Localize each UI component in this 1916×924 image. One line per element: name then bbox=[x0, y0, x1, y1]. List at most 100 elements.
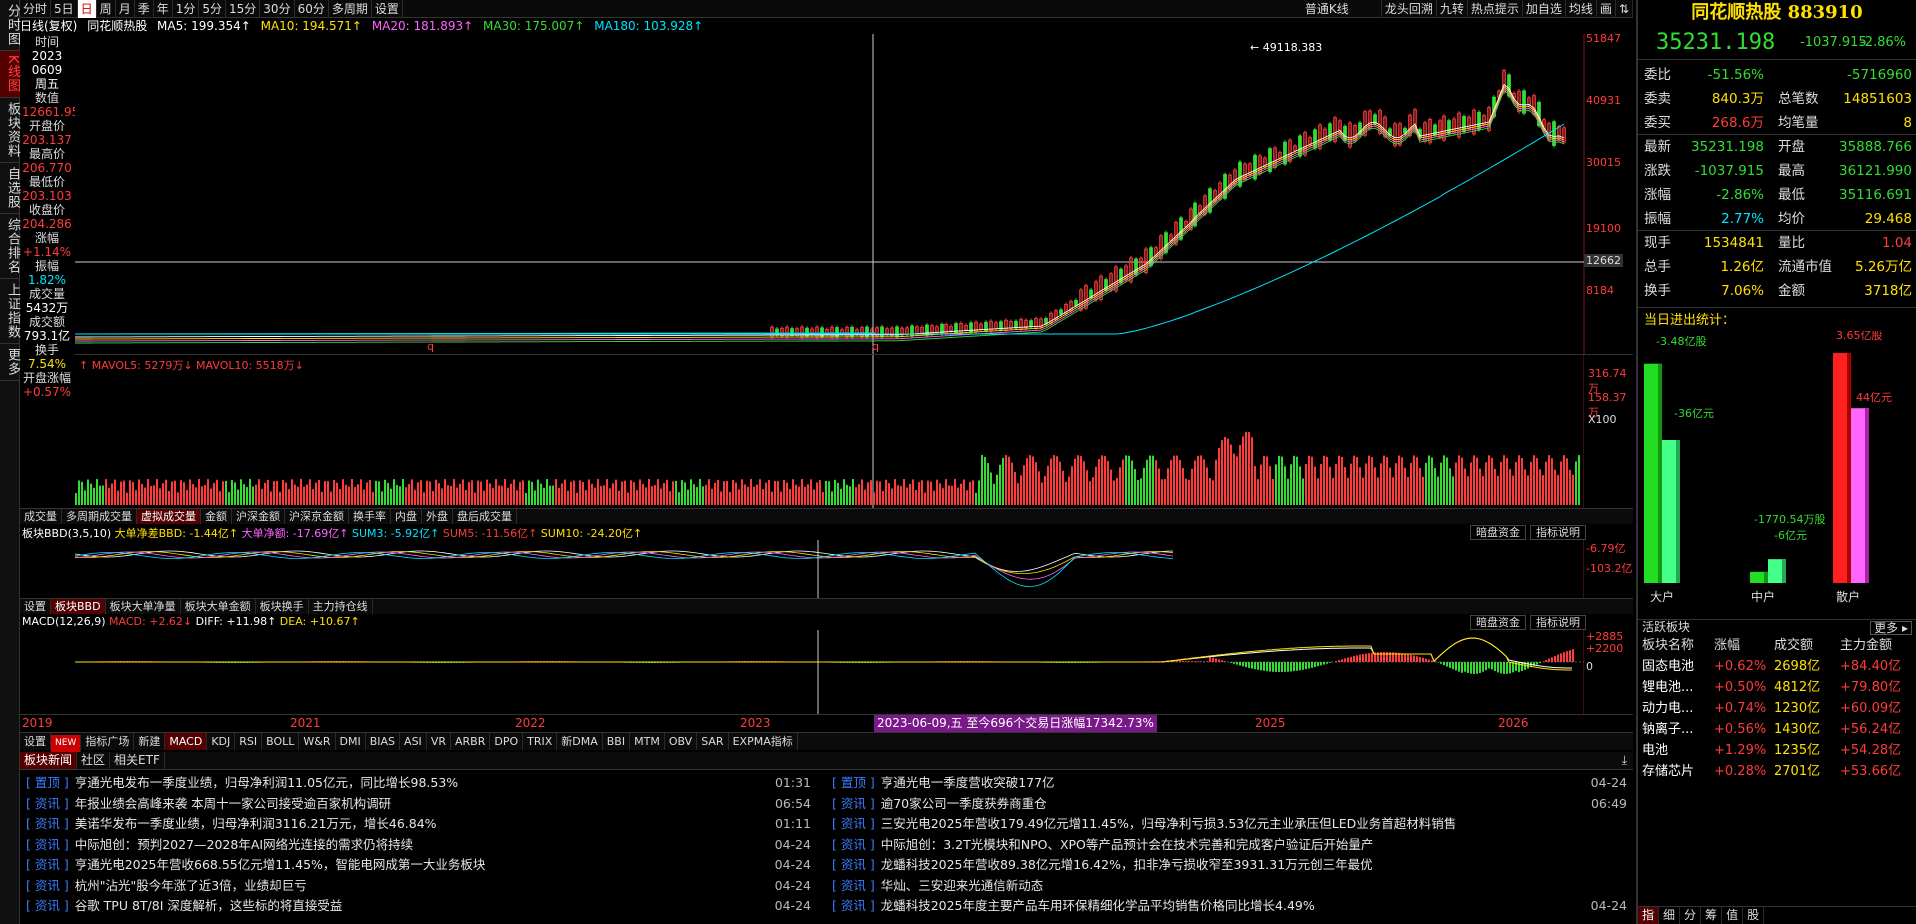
ind-tab-15[interactable]: TRIX bbox=[523, 733, 558, 750]
period-6[interactable]: 年 bbox=[154, 0, 173, 18]
bbd-btn-1[interactable]: 指标说明 bbox=[1530, 525, 1586, 540]
macd-btn-1[interactable]: 指标说明 bbox=[1530, 615, 1586, 630]
news-item[interactable]: [ 资讯 ] 年报业绩会高峰来袭 本周十一家公司接受逾百家机构调研 06:54 bbox=[26, 795, 811, 812]
ind-tab-18[interactable]: MTM bbox=[630, 733, 665, 750]
ind-tab-10[interactable]: BIAS bbox=[366, 733, 401, 750]
news-item[interactable]: [ 资讯 ] 中际旭创：预判2027—2028年AI网络光连接的需求仍将持续 04-… bbox=[26, 836, 811, 853]
ind-tab-4[interactable]: MACD bbox=[165, 733, 208, 750]
hot-sector-row[interactable]: 电池 +1.29% 1235亿 +54.28亿 bbox=[1638, 740, 1916, 761]
period-2[interactable]: 日 bbox=[77, 0, 97, 18]
period-10[interactable]: 30分 bbox=[260, 0, 295, 18]
period-12[interactable]: 多周期 bbox=[329, 0, 372, 18]
bottom-tab-0[interactable]: 指 bbox=[1638, 907, 1660, 924]
bottom-tab-2[interactable]: 分 bbox=[1680, 907, 1702, 924]
ind-tab-14[interactable]: DPO bbox=[490, 733, 524, 750]
nav-tab-1[interactable]: K线图 bbox=[0, 51, 20, 98]
ind-tab-2[interactable]: 指标广场 bbox=[81, 733, 135, 750]
kline-chart[interactable]: ← 49118.383 q q bbox=[75, 34, 1633, 354]
ind-tab-9[interactable]: DMI bbox=[336, 733, 366, 750]
bottom-tab-5[interactable]: 股 bbox=[1743, 907, 1765, 924]
download-icon[interactable]: ⤓ bbox=[1622, 752, 1627, 769]
period-7[interactable]: 1分 bbox=[173, 0, 200, 18]
nav-tab-4[interactable]: 综合排名 bbox=[0, 214, 20, 279]
ind-tab-6[interactable]: RSI bbox=[235, 733, 263, 750]
bottom-tab-1[interactable]: 细 bbox=[1659, 907, 1681, 924]
news-item[interactable]: [ 资讯 ] 三安光电2025年营收179.49亿元增11.45%，归母净利亏损3… bbox=[832, 815, 1627, 832]
bbd-tab-0[interactable]: 设置 bbox=[20, 599, 51, 614]
bbd-tab-4[interactable]: 板块换手 bbox=[256, 599, 309, 614]
hot-sector-row[interactable]: 存储芯片 +0.28% 2701亿 +53.66亿 bbox=[1638, 761, 1916, 782]
ind-tab-7[interactable]: BOLL bbox=[262, 733, 300, 750]
news-item[interactable]: [ 资讯 ] 华灿、三安迎来光通信新动态 bbox=[832, 877, 1627, 894]
toolbar-right-7[interactable]: ⇅ bbox=[1616, 0, 1633, 18]
vol-tab-6[interactable]: 换手率 bbox=[349, 509, 391, 524]
nav-tab-2[interactable]: 板块资料 bbox=[0, 98, 20, 163]
ind-tab-19[interactable]: OBV bbox=[665, 733, 698, 750]
bbd-tab-2[interactable]: 板块大单净量 bbox=[106, 599, 181, 614]
ind-tab-3[interactable]: 新建 bbox=[134, 733, 166, 750]
news-tab-0[interactable]: 板块新闻 bbox=[20, 752, 78, 769]
news-item[interactable]: [ 资讯 ] 龙蟠科技2025年度主要产品车用环保精细化学品平均销售价格同比增长4… bbox=[832, 897, 1627, 914]
vol-tab-0[interactable]: 成交量 bbox=[20, 509, 62, 524]
hot-sector-row[interactable]: 钠离子... +0.56% 1430亿 +56.24亿 bbox=[1638, 719, 1916, 740]
toolbar-right-0[interactable]: 普通K线 bbox=[1302, 0, 1382, 18]
news-tab-2[interactable]: 相关ETF bbox=[110, 752, 165, 769]
ind-tab-16[interactable]: 新DMA bbox=[557, 733, 603, 750]
period-1[interactable]: 5日 bbox=[51, 0, 78, 18]
period-8[interactable]: 5分 bbox=[199, 0, 227, 18]
toolbar-right-6[interactable]: 画 bbox=[1597, 0, 1616, 18]
news-item[interactable]: [ 置顶 ] 亨通光电发布一季度业绩，归母净利润11.05亿元，同比增长98.53… bbox=[26, 774, 811, 791]
period-11[interactable]: 60分 bbox=[295, 0, 329, 18]
period-9[interactable]: 15分 bbox=[226, 0, 261, 18]
macd-btn-0[interactable]: 暗盘资金 bbox=[1470, 615, 1526, 630]
bottom-tab-3[interactable]: 筹 bbox=[1701, 907, 1723, 924]
ind-tab-11[interactable]: ASI bbox=[400, 733, 427, 750]
vol-tab-2[interactable]: 虚拟成交量 bbox=[137, 509, 201, 524]
period-3[interactable]: 周 bbox=[97, 0, 116, 18]
ind-tab-1[interactable]: NEW bbox=[51, 735, 82, 752]
ind-tab-12[interactable]: VR bbox=[427, 733, 451, 750]
news-item[interactable]: [ 资讯 ] 亨通光电2025年营收668.55亿元增11.45%，智能电网成第一… bbox=[26, 856, 811, 873]
more-sectors-button[interactable]: 更多 ▸ bbox=[1870, 621, 1912, 635]
news-item[interactable]: [ 资讯 ] 美诺华发布一季度业绩，归母净利润3116.21万元，增长46.84%… bbox=[26, 815, 811, 832]
vol-tab-7[interactable]: 内盘 bbox=[391, 509, 422, 524]
news-item[interactable]: [ 资讯 ] 逾70家公司一季度获券商重仓 06:49 bbox=[832, 795, 1627, 812]
vol-tab-9[interactable]: 盘后成交量 bbox=[453, 509, 517, 524]
bbd-tab-1[interactable]: 板块BBD bbox=[51, 599, 106, 614]
ind-tab-13[interactable]: ARBR bbox=[451, 733, 491, 750]
bottom-tab-4[interactable]: 值 bbox=[1722, 907, 1744, 924]
nav-tab-6[interactable]: 更多 bbox=[0, 344, 20, 381]
news-item[interactable]: [ 置顶 ] 亨通光电一季度营收突破177亿 04-24 bbox=[832, 774, 1627, 791]
hot-sector-row[interactable]: 锂电池... +0.50% 4812亿 +79.80亿 bbox=[1638, 677, 1916, 698]
bbd-btn-0[interactable]: 暗盘资金 bbox=[1470, 525, 1526, 540]
toolbar-right-3[interactable]: 热点提示 bbox=[1468, 0, 1523, 18]
period-0[interactable]: 分时 bbox=[20, 0, 52, 18]
nav-tab-3[interactable]: 自选股 bbox=[0, 163, 20, 214]
news-tab-1[interactable]: 社区 bbox=[77, 752, 111, 769]
vol-tab-5[interactable]: 沪深京金额 bbox=[285, 509, 349, 524]
ind-tab-20[interactable]: SAR bbox=[697, 733, 729, 750]
nav-tab-0[interactable]: 分时图 bbox=[0, 0, 20, 51]
bbd-tab-5[interactable]: 主力持仓线 bbox=[309, 599, 373, 614]
hot-sector-row[interactable]: 动力电... +0.74% 1230亿 +60.09亿 bbox=[1638, 698, 1916, 719]
hot-sector-row[interactable]: 固态电池 +0.62% 2698亿 +84.40亿 bbox=[1638, 656, 1916, 677]
news-item[interactable]: [ 资讯 ] 杭州"沾光"股今年涨了近3倍，业绩却巨亏 04-24 bbox=[26, 877, 811, 894]
ind-tab-17[interactable]: BBI bbox=[603, 733, 631, 750]
vol-tab-8[interactable]: 外盘 bbox=[422, 509, 453, 524]
toolbar-right-4[interactable]: 加自选 bbox=[1523, 0, 1566, 18]
period-4[interactable]: 月 bbox=[116, 0, 135, 18]
news-item[interactable]: [ 资讯 ] 谷歌 TPU 8T/8I 深度解析，这些标的将直接受益 04-24 bbox=[26, 897, 811, 914]
toolbar-right-2[interactable]: 九转 bbox=[1437, 0, 1468, 18]
ind-tab-21[interactable]: EXPMA指标 bbox=[729, 733, 798, 750]
ind-tab-5[interactable]: KDJ bbox=[207, 733, 236, 750]
ind-tab-0[interactable]: 设置 bbox=[20, 733, 51, 750]
toolbar-right-5[interactable]: 均线 bbox=[1566, 0, 1597, 18]
bbd-tab-3[interactable]: 板块大单金额 bbox=[181, 599, 256, 614]
vol-tab-3[interactable]: 金额 bbox=[201, 509, 232, 524]
period-5[interactable]: 季 bbox=[135, 0, 154, 18]
toolbar-right-1[interactable]: 龙头回溯 bbox=[1382, 0, 1437, 18]
nav-tab-5[interactable]: 上证指数 bbox=[0, 279, 20, 344]
ind-tab-8[interactable]: W&R bbox=[299, 733, 336, 750]
period-13[interactable]: 设置 bbox=[372, 0, 403, 18]
vol-tab-4[interactable]: 沪深金额 bbox=[232, 509, 285, 524]
